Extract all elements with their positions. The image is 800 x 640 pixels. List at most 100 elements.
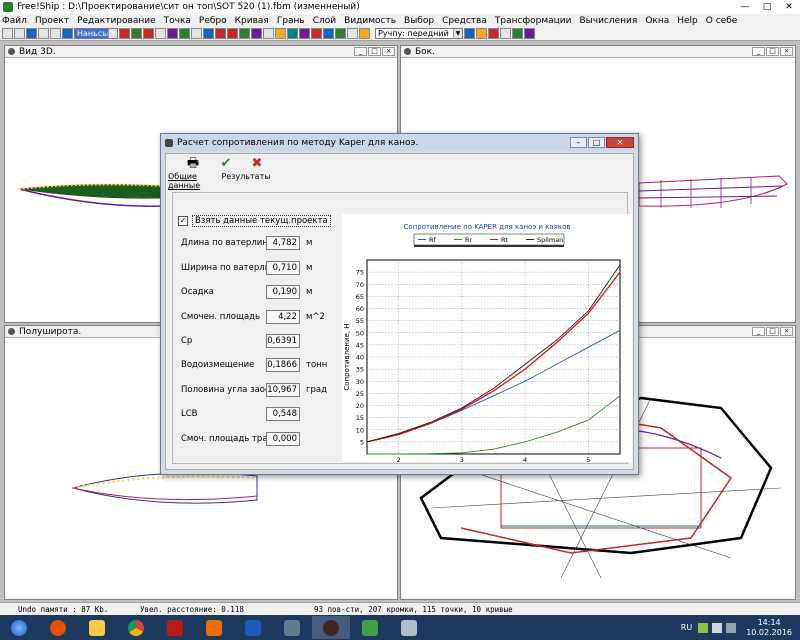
refresh-icon[interactable] (62, 28, 73, 39)
field-value[interactable]: 0,548 (266, 407, 300, 421)
taskbar-freeship[interactable] (312, 616, 350, 639)
point-icon[interactable] (143, 28, 154, 39)
language-indicator[interactable]: RU (681, 623, 692, 632)
minimize-button[interactable]: _ (752, 327, 765, 336)
close-button[interactable]: ✕ (606, 137, 634, 148)
select-icon[interactable] (512, 28, 523, 39)
menu-item[interactable]: Редактирование (73, 16, 160, 26)
menu-item[interactable]: Проект (31, 16, 73, 26)
diagonals-icon[interactable] (251, 28, 262, 39)
measure-icon[interactable] (524, 28, 535, 39)
window-icon (404, 48, 411, 55)
menu-item[interactable]: Средства (438, 16, 491, 26)
start-button[interactable] (0, 616, 38, 639)
new-file-icon[interactable] (2, 28, 13, 39)
menu-item[interactable]: Видимость (340, 16, 400, 26)
app-title-bar: Free!Ship : D:\Проектирование\сит он топ… (0, 0, 800, 14)
field-value[interactable]: 0,710 (266, 261, 300, 275)
menu-item[interactable]: Файл (0, 16, 31, 26)
menu-item[interactable]: Кривая (231, 16, 273, 26)
print-icon[interactable] (38, 28, 49, 39)
x-tick-label: 3 (460, 456, 464, 462)
resistance-dialog[interactable]: Расчет сопротивления по методу Kaper для… (160, 133, 639, 475)
curvature-icon[interactable] (287, 28, 298, 39)
close-button[interactable]: × (780, 327, 793, 336)
face-icon[interactable] (179, 28, 190, 39)
maximize-button[interactable]: □ (756, 1, 778, 13)
edge-icon[interactable] (155, 28, 166, 39)
buttocks-icon[interactable] (227, 28, 238, 39)
taskbar-chrome[interactable] (117, 616, 155, 639)
stations-icon[interactable] (215, 28, 226, 39)
zoom-icon[interactable] (464, 28, 475, 39)
normals-icon[interactable] (275, 28, 286, 39)
field-value[interactable]: 4,22 (266, 310, 300, 324)
menu-item[interactable]: Окна (641, 16, 673, 26)
flag-icon[interactable] (726, 622, 737, 633)
clock[interactable]: 14:14 10.02.2016 (746, 618, 792, 638)
field-value[interactable]: 0,000 (266, 432, 300, 446)
pan-icon[interactable] (476, 28, 487, 39)
minimize-button[interactable]: – (570, 137, 587, 148)
undo-icon[interactable] (50, 28, 61, 39)
menu-item[interactable]: Грань (273, 16, 309, 26)
save-icon[interactable] (26, 28, 37, 39)
field-value[interactable]: 0,190 (266, 285, 300, 299)
taskbar-word[interactable] (234, 616, 272, 639)
menu-item[interactable]: Help (673, 16, 702, 26)
field-value[interactable]: 0,6391 (266, 334, 300, 348)
tab-results[interactable]: ✖ Результаты (221, 156, 270, 184)
open-file-icon[interactable] (14, 28, 25, 39)
taskbar-calculator[interactable] (390, 616, 428, 639)
use-project-label[interactable]: Взять данные текущ.проекта (192, 215, 331, 227)
field-value[interactable]: 0,1866 (266, 358, 300, 372)
taskbar-media-player[interactable] (39, 616, 77, 639)
view-combo[interactable]: Ручпу: передний ▼ (375, 28, 463, 39)
zebra-icon[interactable] (311, 28, 322, 39)
use-project-checkbox[interactable]: ✓ (178, 216, 188, 226)
taskbar-app-orange[interactable] (195, 616, 233, 639)
maximize-button[interactable]: □ (766, 47, 779, 56)
wireframe-icon[interactable] (203, 28, 214, 39)
taskbar-app-red[interactable] (156, 616, 194, 639)
maximize-button[interactable]: □ (766, 327, 779, 336)
close-button[interactable]: × (382, 47, 395, 56)
layer-combo[interactable]: Наньсьь ▼ (74, 28, 118, 39)
menu-item[interactable]: Ребро (195, 16, 231, 26)
y-tick-label: 10 (356, 426, 364, 434)
menu-item[interactable]: Выбор (400, 16, 438, 26)
maximize-button[interactable]: □ (368, 47, 381, 56)
minimize-button[interactable]: _ (752, 47, 765, 56)
volume-icon[interactable] (712, 622, 723, 633)
develop-icon[interactable] (335, 28, 346, 39)
menu-item[interactable]: Точка (160, 16, 195, 26)
mirror-icon[interactable] (191, 28, 202, 39)
intersect-icon[interactable] (347, 28, 358, 39)
close-button[interactable]: × (780, 47, 793, 56)
minimize-button[interactable]: — (734, 1, 756, 13)
grid-icon[interactable] (119, 28, 130, 39)
taskbar-app-gray[interactable] (273, 616, 311, 639)
field-value[interactable]: 10,967 (266, 383, 300, 397)
menu-item[interactable]: Вычисления (575, 16, 641, 26)
minimize-button[interactable]: _ (354, 47, 367, 56)
gauss-icon[interactable] (323, 28, 334, 39)
close-button[interactable]: ✕ (778, 1, 800, 13)
shade-icon[interactable] (299, 28, 310, 39)
curve-icon[interactable] (167, 28, 178, 39)
tab-general[interactable]: 🖶 Общие данные (168, 156, 218, 190)
hydrostatics-icon[interactable] (359, 28, 370, 39)
control-net-icon[interactable] (263, 28, 274, 39)
network-icon[interactable] (698, 622, 709, 633)
rotate-icon[interactable] (488, 28, 499, 39)
maximize-button[interactable]: □ (588, 137, 605, 148)
fit-icon[interactable] (500, 28, 511, 39)
field-value[interactable]: 4,782 (266, 236, 300, 250)
menu-item[interactable]: Слой (309, 16, 340, 26)
taskbar-utorrent[interactable] (351, 616, 389, 639)
layer-icon[interactable] (131, 28, 142, 39)
menu-item[interactable]: Трансформации (491, 16, 576, 26)
taskbar-explorer[interactable] (78, 616, 116, 639)
menu-item[interactable]: О себе (702, 16, 742, 26)
waterlines-icon[interactable] (239, 28, 250, 39)
